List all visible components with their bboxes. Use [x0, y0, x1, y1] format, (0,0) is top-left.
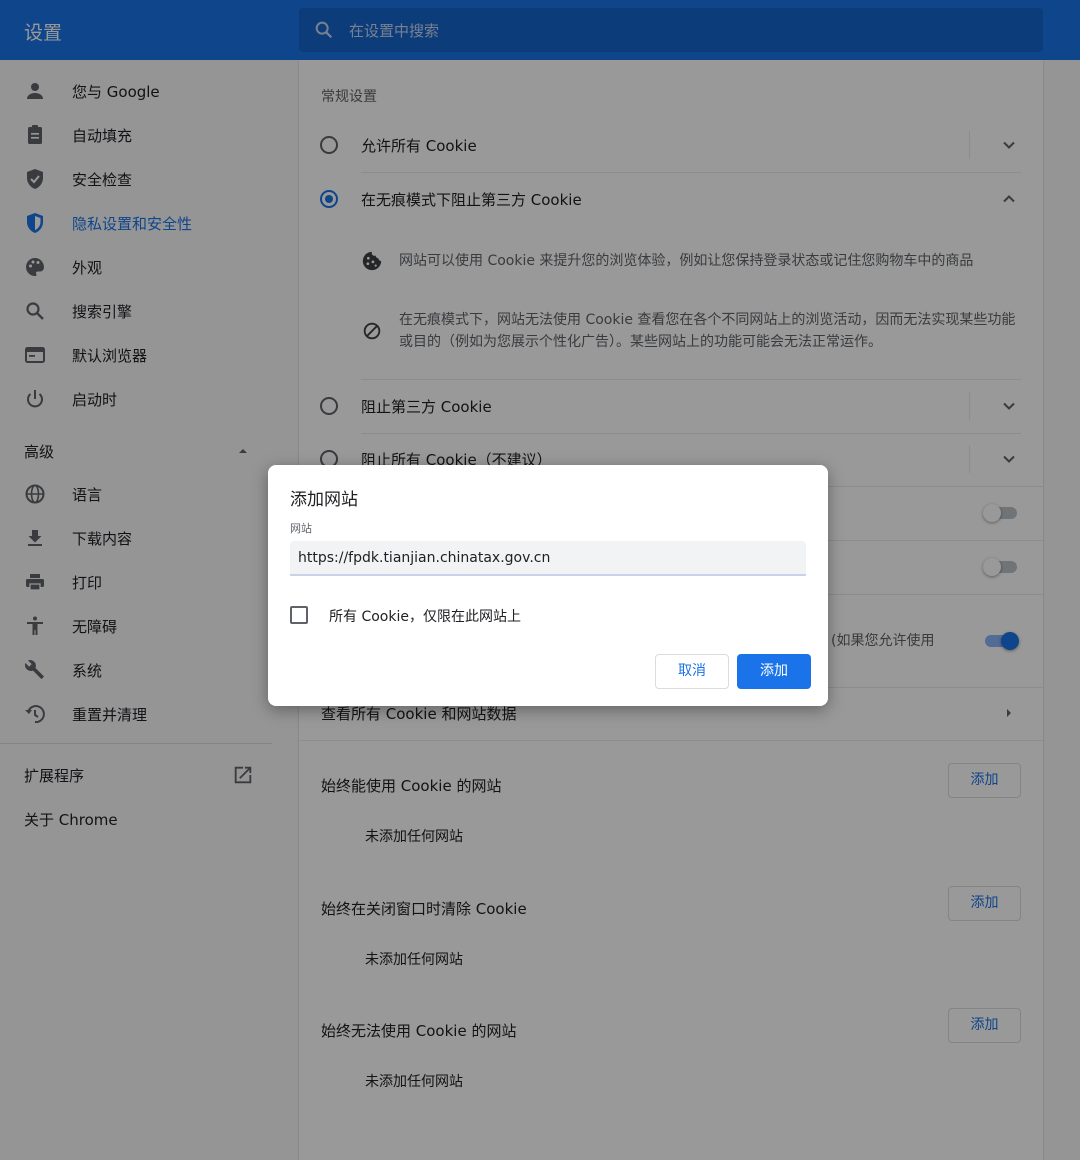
site-url-input[interactable] [290, 541, 806, 576]
all-cookies-checkbox[interactable] [290, 606, 308, 624]
cancel-button[interactable]: 取消 [655, 654, 729, 689]
site-field-label: 网站 [290, 522, 312, 535]
add-button[interactable]: 添加 [737, 654, 811, 689]
dialog-title: 添加网站 [290, 490, 358, 510]
checkbox-label[interactable]: 所有 Cookie，仅限在此网站上 [329, 606, 521, 626]
add-site-dialog: 添加网站 网站 所有 Cookie，仅限在此网站上 取消 添加 [268, 465, 828, 706]
